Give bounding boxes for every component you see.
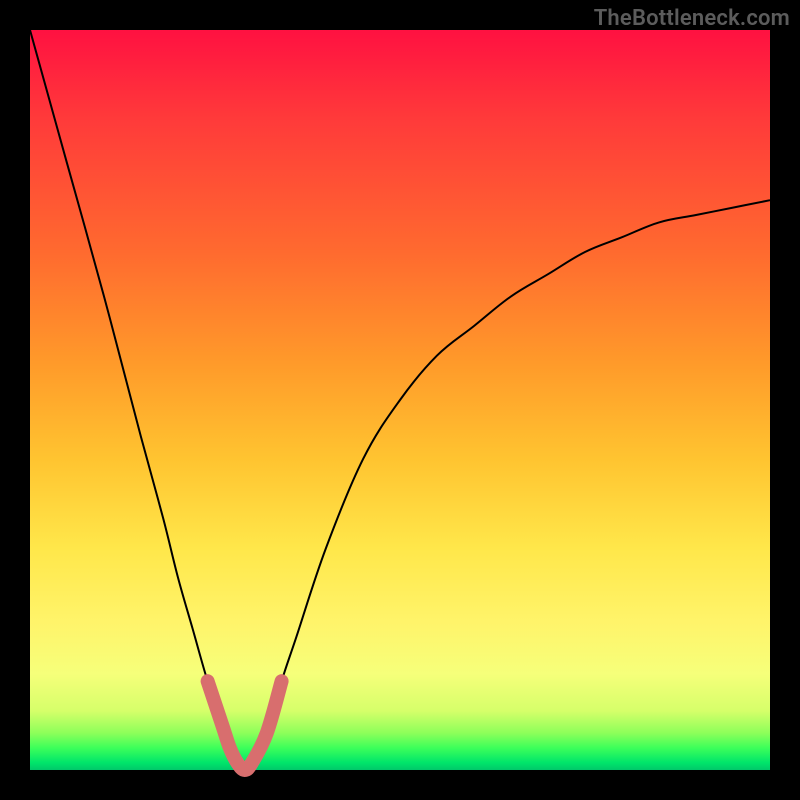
curve-svg [30, 30, 770, 770]
optimal-region-marker [208, 681, 282, 770]
plot-area [30, 30, 770, 770]
bottleneck-curve [30, 30, 770, 770]
chart-container: TheBottleneck.com [0, 0, 800, 800]
watermark-text: TheBottleneck.com [594, 6, 790, 31]
